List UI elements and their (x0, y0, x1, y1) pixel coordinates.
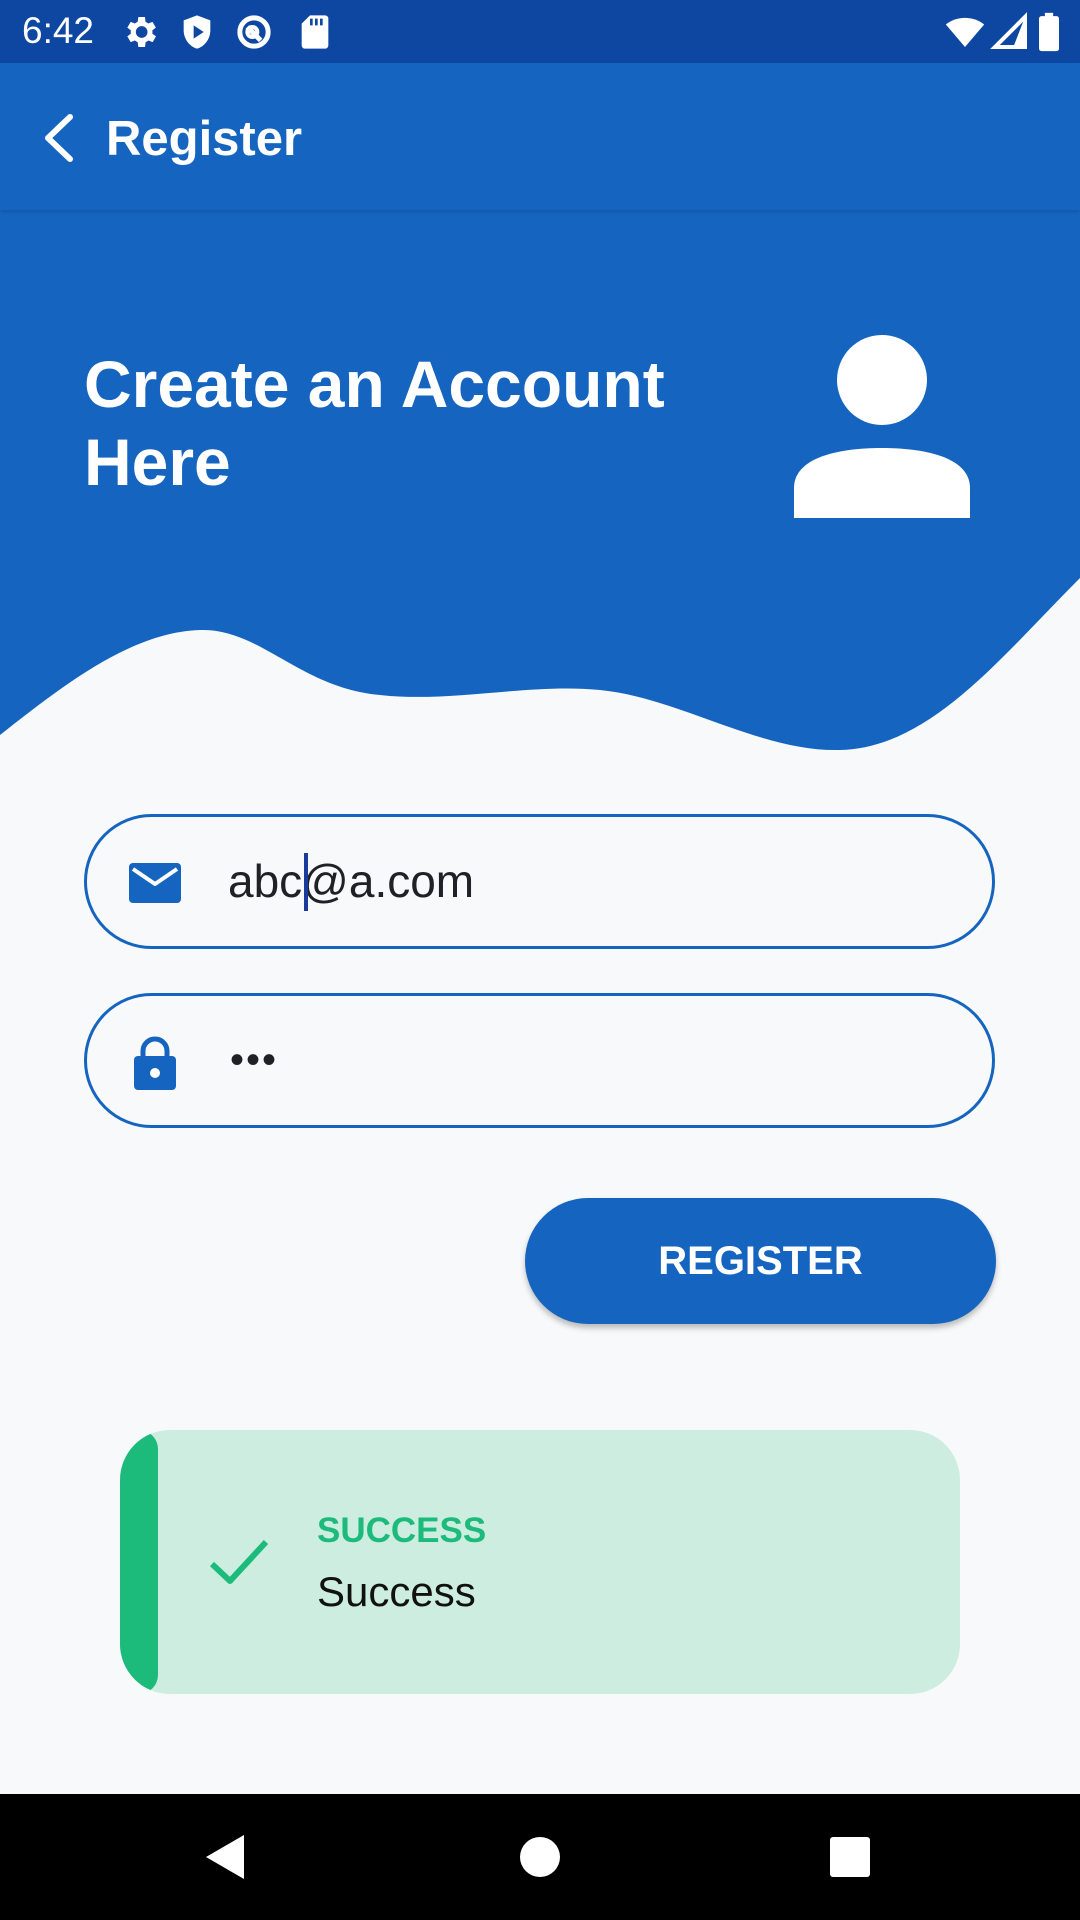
email-input[interactable]: abc@a.com (228, 851, 474, 911)
signal-icon (990, 12, 1027, 49)
gear-icon (127, 17, 156, 47)
register-button[interactable]: REGISTER (525, 1198, 996, 1324)
recents-square-icon[interactable] (820, 1827, 880, 1887)
password-input[interactable]: ••• (230, 1040, 278, 1080)
app-bar: Register (0, 63, 1080, 210)
mail-icon (129, 863, 181, 903)
status-time: 6:42 (22, 10, 95, 51)
navigation-bar (0, 1794, 1080, 1920)
app-bar-title: Register (106, 112, 303, 166)
wifi-icon (945, 17, 985, 47)
status-bar: 6:42 (0, 0, 1080, 63)
password-field[interactable]: ••• (84, 993, 995, 1128)
battery-icon (1039, 12, 1059, 52)
back-triangle-icon[interactable] (196, 1827, 256, 1887)
text-cursor (304, 853, 308, 911)
toast-accent-bar (120, 1430, 158, 1694)
home-circle-icon[interactable] (510, 1827, 570, 1887)
vpn-icon (237, 15, 271, 49)
back-arrow-icon[interactable] (30, 103, 90, 173)
lock-icon (134, 1036, 176, 1090)
register-screen: 6:42 Register Create an Account Here abc… (0, 0, 1080, 1920)
sd-card-icon (301, 15, 329, 49)
header-title: Create an Account Here (84, 347, 665, 499)
success-toast: SUCCESS Success (120, 1430, 960, 1694)
toast-title: SUCCESS (317, 1511, 487, 1550)
toast-message: Success (317, 1568, 476, 1615)
shield-play-icon (183, 15, 211, 49)
person-icon (794, 335, 970, 518)
check-icon (209, 1539, 269, 1584)
email-field[interactable]: abc@a.com (84, 814, 995, 949)
